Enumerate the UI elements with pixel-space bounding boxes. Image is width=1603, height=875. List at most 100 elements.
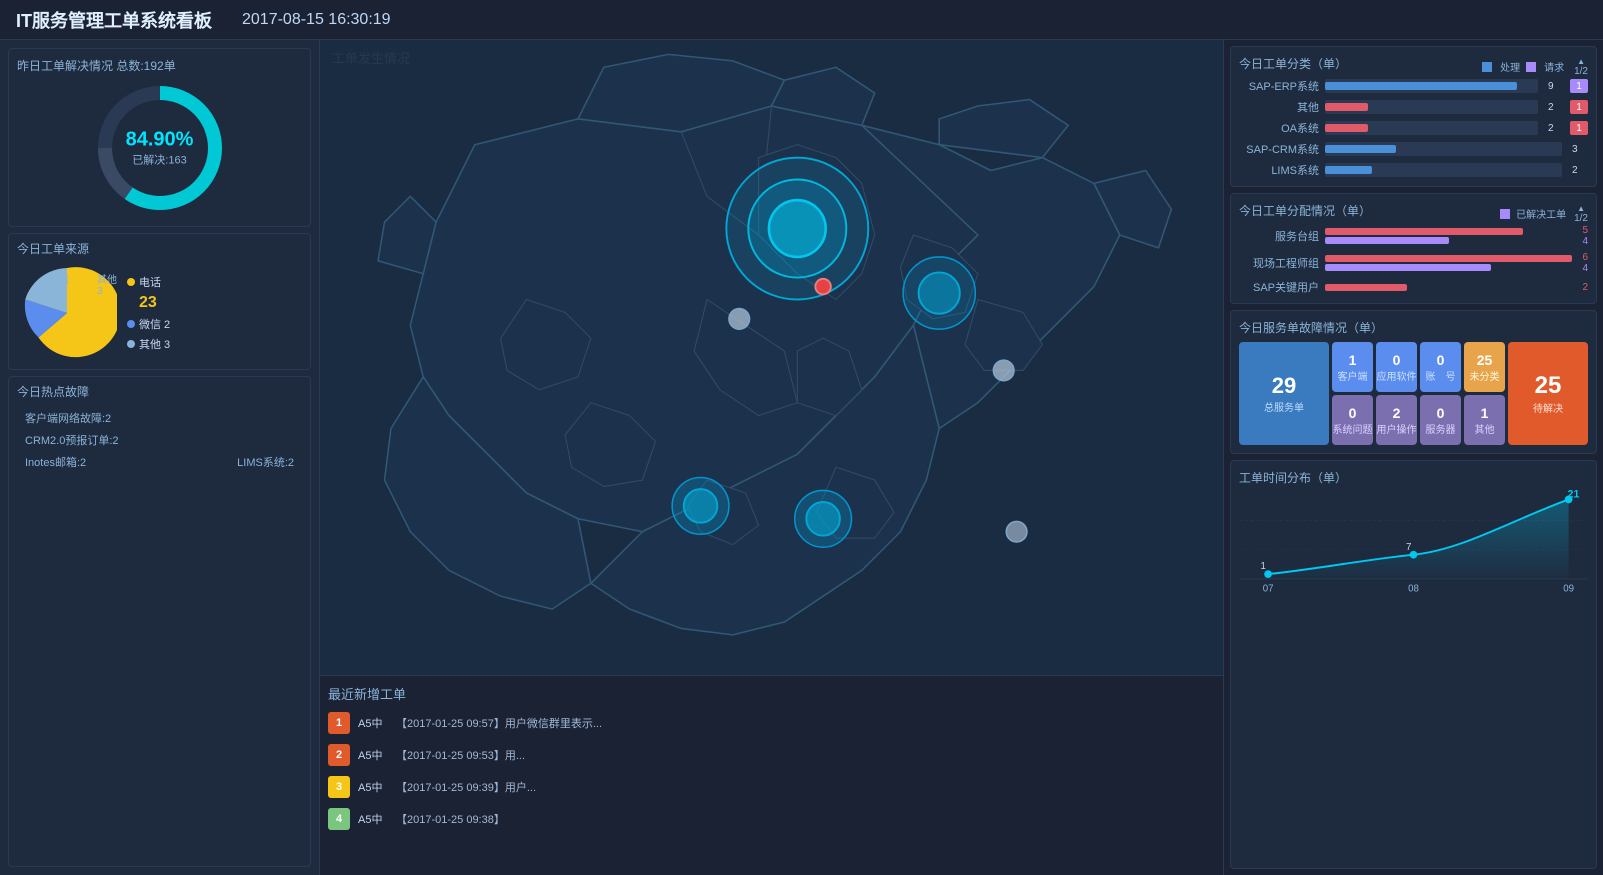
arrow-up-icon2[interactable]: ▲	[1577, 204, 1585, 213]
classification-bars: SAP-ERP系统 9 1 其他 2 1	[1239, 78, 1588, 178]
fault-pending-num: 25	[1535, 372, 1562, 400]
hotspot-item-2: CRM2.0预报订单:2	[25, 432, 119, 448]
bar-fill-service-2	[1325, 237, 1449, 244]
classification-title: 今日工单分类（单）	[1239, 55, 1347, 72]
distribution-header: 今日工单分配情况（单） 已解决工单 ▲ 1/2	[1239, 202, 1588, 225]
legend-other: 其他 3	[127, 336, 170, 352]
ticket-num-2: 2	[328, 744, 350, 766]
pie-label-wechat: 微信2	[49, 271, 69, 297]
hotspot-row-1: 客户端网络故障:2	[25, 410, 294, 426]
fault-cell-user-op: 2 用户操作	[1376, 395, 1417, 445]
classification-pagination[interactable]: ▲ 1/2	[1574, 57, 1588, 77]
bar-row-lims: LIMS系统 2	[1239, 162, 1588, 178]
bar-badge-sap-erp: 1	[1570, 79, 1588, 93]
fault-total-cell: 29 总服务单	[1239, 342, 1329, 445]
source-panel: 今日工单来源	[8, 233, 311, 370]
donut-percent: 84.90%	[126, 129, 194, 152]
yesterday-title: 昨日工单解决情况 总数:192单	[17, 57, 176, 74]
other-label: 其他 3	[139, 336, 170, 352]
legend-purple-label: 请求	[1544, 59, 1564, 74]
recent-section: 最近新增工单 1 A5中 【2017-01-25 09:57】用户微信群里表示.…	[320, 675, 1223, 875]
wechat-dot	[127, 320, 135, 328]
fault-grid: 29 总服务单 1 客户端 0 应用软件 0 账 号 25	[1239, 342, 1588, 445]
bar-vals-sap-key: 2	[1582, 282, 1588, 293]
fault-system-label: 系统问题	[1333, 421, 1373, 436]
bar-vals-engineer: 6 4	[1582, 252, 1588, 274]
bar-label-sap-crm: SAP-CRM系统	[1239, 141, 1319, 157]
pie-label-other: 其他3	[97, 271, 117, 297]
recent-title: 最近新增工单	[328, 684, 1215, 703]
fault-other-num: 1	[1481, 405, 1489, 421]
bar-badge-oa: 1	[1570, 121, 1588, 135]
bar-row-oa: OA系统 2 1	[1239, 120, 1588, 136]
phone-value: 23	[139, 294, 170, 312]
bar-label-other: 其他	[1239, 99, 1319, 115]
ticket-content-3: 【2017-01-25 09:39】用户...	[396, 779, 1215, 795]
legend-resolved-label: 已解决工单	[1516, 206, 1566, 221]
table-row: 2 A5中 【2017-01-25 09:53】用...	[328, 741, 1215, 769]
bar-val-eng-2: 4	[1582, 263, 1588, 274]
bar-track-other	[1325, 100, 1538, 114]
bar-val-oa-1: 2	[1548, 123, 1564, 134]
val-08: 7	[1406, 542, 1411, 553]
fault-cell-app: 0 应用软件	[1376, 342, 1417, 392]
ticket-num-4: 4	[328, 808, 350, 830]
bar-track-sap-erp	[1325, 79, 1538, 93]
hotspot-item-3: Inotes邮箱:2	[25, 454, 86, 470]
page-num: 1/2	[1574, 66, 1588, 77]
fault-cell-server: 0 服务器	[1420, 395, 1461, 445]
phone-label: 电话	[139, 274, 161, 290]
bar-fill-lims	[1325, 166, 1372, 174]
distribution-title: 今日工单分配情况（单）	[1239, 202, 1371, 219]
fault-cell-uncat: 25 未分类	[1464, 342, 1505, 392]
time-chart-title: 工单时间分布（单）	[1239, 469, 1588, 486]
val-09: 21	[1568, 490, 1580, 500]
yesterday-panel: 昨日工单解决情况 总数:192单 84.90% 已解决:163	[8, 48, 311, 227]
map-section: 工单发生情况	[320, 40, 1223, 675]
bar-label-engineer: 现场工程师组	[1239, 255, 1319, 271]
donut-center: 84.90% 已解决:163	[126, 129, 194, 168]
bar-fill-eng-1	[1325, 255, 1572, 262]
fault-server-num: 0	[1437, 405, 1445, 421]
fault-app-label: 应用软件	[1377, 368, 1417, 383]
bar-dual-sap-key	[1325, 284, 1572, 291]
classification-header: 今日工单分类（单） 处理 请求 ▲ 1/2	[1239, 55, 1588, 78]
bar-label-sap-erp: SAP-ERP系统	[1239, 78, 1319, 94]
hotspot-row-2: CRM2.0预报订单:2	[25, 432, 294, 448]
hotspot-item-4: LIMS系统:2	[237, 454, 294, 470]
xlabel-08: 08	[1408, 584, 1419, 595]
bar-dual-service	[1325, 228, 1572, 244]
bar-row-service: 服务台组 5 4	[1239, 225, 1588, 247]
main-layout: 昨日工单解决情况 总数:192单 84.90% 已解决:163 今日工单来源	[0, 40, 1603, 711]
time-chart-svg: 1 7 21 07 08 09	[1239, 490, 1588, 600]
fault-user-op-label: 用户操作	[1377, 421, 1417, 436]
bar-label-lims: LIMS系统	[1239, 162, 1319, 178]
bar-track-sap-crm	[1325, 142, 1562, 156]
bar-val-service-1: 5	[1582, 225, 1588, 236]
phone-dot	[127, 278, 135, 286]
hotspot-items: 客户端网络故障:2 CRM2.0预报订单:2 Inotes邮箱:2 LIMS系统…	[17, 406, 302, 474]
other-dot	[127, 340, 135, 348]
fault-pending-label: 待解决	[1533, 400, 1563, 415]
bar-row-other: 其他 2 1	[1239, 99, 1588, 115]
source-title: 今日工单来源	[17, 240, 302, 257]
fault-client-num: 1	[1349, 352, 1357, 368]
bar-row-engineer: 现场工程师组 6 4	[1239, 252, 1588, 274]
xlabel-07: 07	[1263, 584, 1274, 595]
table-row: 1 A5中 【2017-01-25 09:57】用户微信群里表示...	[328, 709, 1215, 737]
hotspot-panel: 今日热点故障 客户端网络故障:2 CRM2.0预报订单:2 Inotes邮箱:2…	[8, 376, 311, 867]
bar-row-sap-erp: SAP-ERP系统 9 1	[1239, 78, 1588, 94]
fault-pending-cell: 25 待解决	[1508, 342, 1588, 445]
ticket-content-1: 【2017-01-25 09:57】用户微信群里表示...	[396, 715, 1215, 731]
legend-blue-sq	[1482, 62, 1492, 72]
fault-account-label: 账 号	[1426, 368, 1456, 383]
bar-vals-service: 5 4	[1582, 225, 1588, 247]
hotspot-title: 今日热点故障	[17, 383, 302, 400]
arrow-up-icon[interactable]: ▲	[1577, 57, 1585, 66]
table-row: 3 A5中 【2017-01-25 09:39】用户...	[328, 773, 1215, 801]
donut-chart: 84.90% 已解决:163	[90, 78, 230, 218]
bar-fill-sap-crm	[1325, 145, 1396, 153]
bar-label-service: 服务台组	[1239, 228, 1319, 244]
hotspot-row-3: Inotes邮箱:2 LIMS系统:2	[25, 454, 294, 470]
distribution-pagination[interactable]: ▲ 1/2	[1574, 204, 1588, 224]
